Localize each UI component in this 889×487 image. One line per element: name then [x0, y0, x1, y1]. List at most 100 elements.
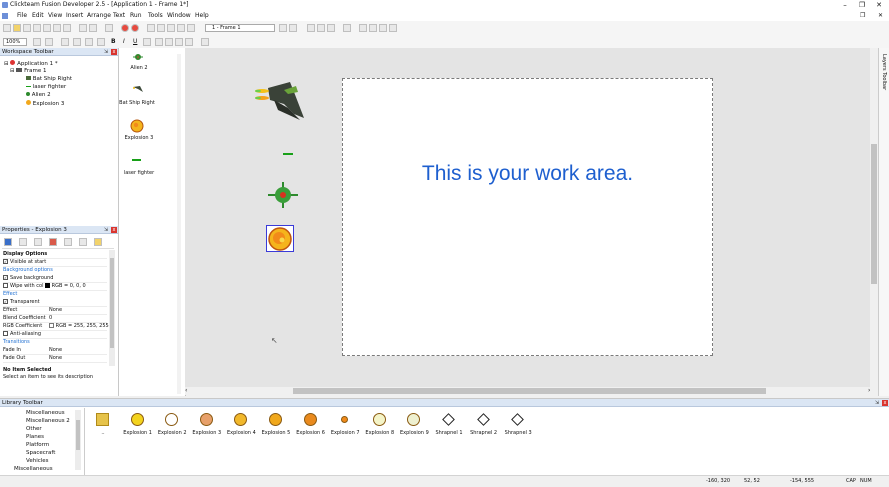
tab-about-icon[interactable]: [94, 238, 102, 246]
library-tree-item[interactable]: Platform: [26, 442, 49, 448]
library-tree-item[interactable]: Spacecraft: [26, 450, 55, 456]
bold-button[interactable]: B: [111, 38, 116, 45]
event-editor-icon[interactable]: [167, 24, 175, 32]
copy-icon[interactable]: [53, 24, 61, 32]
maximize-button[interactable]: ❐: [853, 0, 871, 11]
storyboard-editor-icon[interactable]: [147, 24, 155, 32]
scroll-right-icon[interactable]: ›: [868, 387, 870, 395]
align-left-icon[interactable]: [165, 38, 173, 46]
close-icon[interactable]: x: [882, 400, 888, 406]
paste-icon[interactable]: [63, 24, 71, 32]
property-value[interactable]: None: [49, 355, 62, 361]
menu-insert[interactable]: Insert: [66, 12, 83, 19]
close-button[interactable]: ✕: [870, 0, 888, 11]
work-area[interactable]: This is your work area.: [342, 78, 713, 356]
undo-icon[interactable]: [79, 24, 87, 32]
layout-icon-2[interactable]: [369, 24, 377, 32]
tab-events-icon[interactable]: [64, 238, 72, 246]
event-list-editor-icon[interactable]: [177, 24, 185, 32]
layout-icon-4[interactable]: [389, 24, 397, 32]
new-icon[interactable]: [3, 24, 11, 32]
data-elements-icon[interactable]: [187, 24, 195, 32]
menu-window[interactable]: Window: [167, 12, 191, 19]
property-value[interactable]: None: [49, 307, 62, 313]
tab-size-icon[interactable]: [34, 238, 42, 246]
checkbox-checked[interactable]: ✓: [3, 275, 8, 280]
canvas-horizontal-scrollbar[interactable]: ‹ ›: [185, 387, 878, 395]
scrollbar-thumb[interactable]: [110, 258, 114, 348]
save-icon[interactable]: [23, 24, 31, 32]
restore-doc-button[interactable]: ❐: [860, 12, 865, 19]
align-right-icon[interactable]: [185, 38, 193, 46]
layout-icon-3[interactable]: [379, 24, 387, 32]
tree-item-frame[interactable]: ⊟ Frame 1: [10, 68, 47, 74]
open-icon[interactable]: [13, 24, 21, 32]
layers-toolbar[interactable]: Layers Toolbar: [878, 48, 889, 396]
test-icon[interactable]: [343, 24, 351, 32]
alien-2-object[interactable]: [268, 182, 298, 208]
menu-tools[interactable]: Tools: [148, 12, 163, 19]
laser-fighter-object[interactable]: [283, 153, 293, 155]
previous-frame-icon[interactable]: [279, 24, 287, 32]
library-item[interactable]: Shrapnel 3: [495, 410, 541, 440]
collapse-icon[interactable]: ⊟: [4, 61, 9, 67]
menu-arrange[interactable]: Arrange: [87, 12, 111, 19]
find-icon[interactable]: [105, 24, 113, 32]
frame-select[interactable]: 1 - Frame 1: [205, 24, 275, 32]
checkbox-checked[interactable]: ✓: [3, 299, 8, 304]
align-center-icon[interactable]: [175, 38, 183, 46]
scrollbar-thumb[interactable]: [293, 388, 766, 394]
property-value[interactable]: 0: [49, 315, 52, 321]
crop-icon[interactable]: [201, 38, 209, 46]
library-tree-item[interactable]: Other: [26, 426, 42, 432]
canvas-vertical-scrollbar[interactable]: [870, 48, 878, 387]
laser-icon[interactable]: [132, 159, 141, 161]
pin-icon[interactable]: ⇲: [103, 49, 109, 55]
bring-front-icon[interactable]: [73, 38, 81, 46]
properties-scrollbar[interactable]: [109, 250, 115, 366]
select-icon[interactable]: [61, 38, 69, 46]
menu-help[interactable]: Help: [195, 12, 209, 19]
alien-icon[interactable]: [133, 52, 143, 62]
tree-item-object[interactable]: Alien 2: [26, 92, 51, 98]
run-frame-icon[interactable]: [131, 24, 139, 32]
scroll-left-icon[interactable]: ‹: [185, 387, 187, 395]
snap-icon[interactable]: [317, 24, 325, 32]
tree-item-object[interactable]: laser fighter: [26, 84, 66, 90]
tab-movement-icon[interactable]: [79, 238, 87, 246]
group-icon[interactable]: [97, 38, 105, 46]
rotate-icon[interactable]: [33, 38, 41, 46]
bat-ship-right-object[interactable]: [254, 80, 306, 120]
menu-text[interactable]: Text: [113, 12, 125, 19]
menu-run[interactable]: Run: [130, 12, 142, 19]
checkbox[interactable]: [3, 283, 8, 288]
checkbox-checked[interactable]: ✓: [3, 259, 8, 264]
library-tree-item[interactable]: Miscellaneous: [14, 466, 53, 472]
tab-display-icon[interactable]: [19, 238, 27, 246]
explosion-3-object[interactable]: [266, 225, 294, 252]
layout-icon-1[interactable]: [359, 24, 367, 32]
send-back-icon[interactable]: [85, 38, 93, 46]
property-value[interactable]: RGB = 255, 255, 255: [56, 323, 109, 329]
next-frame-icon[interactable]: [289, 24, 297, 32]
tree-item-object[interactable]: Explosion 3: [26, 100, 64, 107]
tab-values-icon[interactable]: [49, 238, 57, 246]
frame-editor-icon[interactable]: [157, 24, 165, 32]
pin-icon[interactable]: ⇲: [103, 227, 109, 233]
strikeout-icon[interactable]: [143, 38, 151, 46]
align-icon[interactable]: [327, 24, 335, 32]
text-color-icon[interactable]: [155, 38, 163, 46]
color-swatch[interactable]: [45, 283, 51, 288]
object-list-scrollbar[interactable]: [177, 54, 181, 394]
close-doc-button[interactable]: ✕: [878, 12, 883, 19]
menu-file[interactable]: File: [17, 12, 27, 19]
italic-button[interactable]: I: [123, 38, 125, 45]
close-icon[interactable]: x: [111, 49, 117, 55]
library-tree-item[interactable]: Miscellaneous: [26, 410, 65, 416]
ship-icon[interactable]: [132, 84, 144, 94]
underline-button[interactable]: U: [133, 38, 137, 45]
tab-settings-icon[interactable]: [4, 238, 12, 246]
menu-edit[interactable]: Edit: [32, 12, 44, 19]
save-all-icon[interactable]: [33, 24, 41, 32]
line-width-icon[interactable]: [45, 38, 53, 46]
